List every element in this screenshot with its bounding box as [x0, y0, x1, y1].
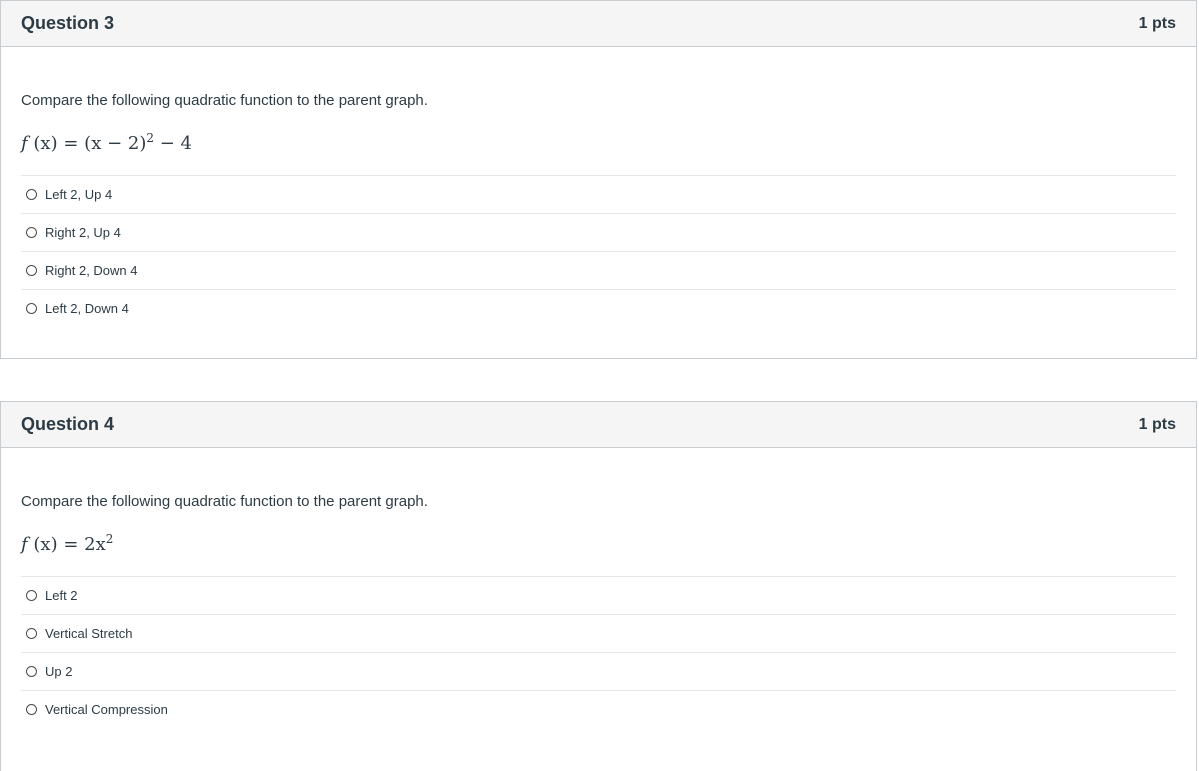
answer-option[interactable]: Vertical Stretch: [21, 615, 1176, 653]
radio-button[interactable]: [26, 590, 37, 601]
equation-function-name: f: [21, 534, 28, 555]
radio-button[interactable]: [26, 704, 37, 715]
radio-button[interactable]: [26, 265, 37, 276]
question-prompt: Compare the following quadratic function…: [21, 92, 428, 109]
answer-label[interactable]: Right 2, Down 4: [45, 263, 138, 278]
answer-label[interactable]: Left 2, Up 4: [45, 187, 112, 202]
question-body: Compare the following quadratic function…: [1, 91, 1196, 327]
equation-function-name: f: [21, 133, 28, 154]
answer-option[interactable]: Vertical Compression: [21, 691, 1176, 728]
question-title: Question 4: [21, 414, 115, 434]
answer-label[interactable]: Vertical Compression: [45, 702, 168, 717]
equation-rhs: 2x: [84, 534, 106, 555]
radio-button[interactable]: [26, 666, 37, 677]
equation-equals: =: [63, 534, 79, 555]
equation-function-arg: (x): [33, 133, 58, 154]
answer-label[interactable]: Left 2: [45, 588, 78, 603]
answer-label[interactable]: Vertical Stretch: [45, 626, 132, 641]
question-header: Question 4 1 pts: [1, 402, 1196, 448]
answer-option[interactable]: Up 2: [21, 653, 1176, 691]
answer-option[interactable]: Left 2, Down 4: [21, 290, 1176, 327]
answer-label[interactable]: Right 2, Up 4: [45, 225, 121, 240]
answer-option[interactable]: Right 2, Up 4: [21, 214, 1176, 252]
question-body: Compare the following quadratic function…: [1, 492, 1196, 728]
equation-rhs: (x − 2): [84, 133, 147, 154]
equation-tail: − 4: [159, 133, 192, 154]
question-prompt: Compare the following quadratic function…: [21, 493, 428, 510]
radio-button[interactable]: [26, 189, 37, 200]
answer-label[interactable]: Up 2: [45, 664, 72, 679]
question-title: Question 3: [21, 13, 115, 33]
equation-exponent: 2: [105, 532, 114, 546]
answer-list: Left 2 Vertical Stretch Up 2 Vertical Co…: [21, 576, 1176, 728]
question-3-card: Question 3 1 pts Compare the following q…: [0, 0, 1197, 359]
question-points: 1 pts: [1138, 415, 1176, 433]
radio-button[interactable]: [26, 628, 37, 639]
question-points: 1 pts: [1138, 14, 1176, 32]
question-equation: f (x) = 2x2: [21, 526, 1176, 555]
radio-button[interactable]: [26, 227, 37, 238]
radio-button[interactable]: [26, 303, 37, 314]
equation-equals: =: [63, 133, 79, 154]
equation-exponent: 2: [146, 131, 154, 145]
answer-label[interactable]: Left 2, Down 4: [45, 301, 129, 316]
equation-function-arg: (x): [33, 534, 58, 555]
answer-list: Left 2, Up 4 Right 2, Up 4 Right 2, Down…: [21, 175, 1176, 327]
answer-option[interactable]: Left 2, Up 4: [21, 176, 1176, 214]
answer-option[interactable]: Right 2, Down 4: [21, 252, 1176, 290]
question-4-card: Question 4 1 pts Compare the following q…: [0, 401, 1197, 771]
answer-option[interactable]: Left 2: [21, 577, 1176, 615]
question-equation: f (x) = (x − 2)2 − 4: [21, 125, 1176, 154]
question-header: Question 3 1 pts: [1, 1, 1196, 47]
